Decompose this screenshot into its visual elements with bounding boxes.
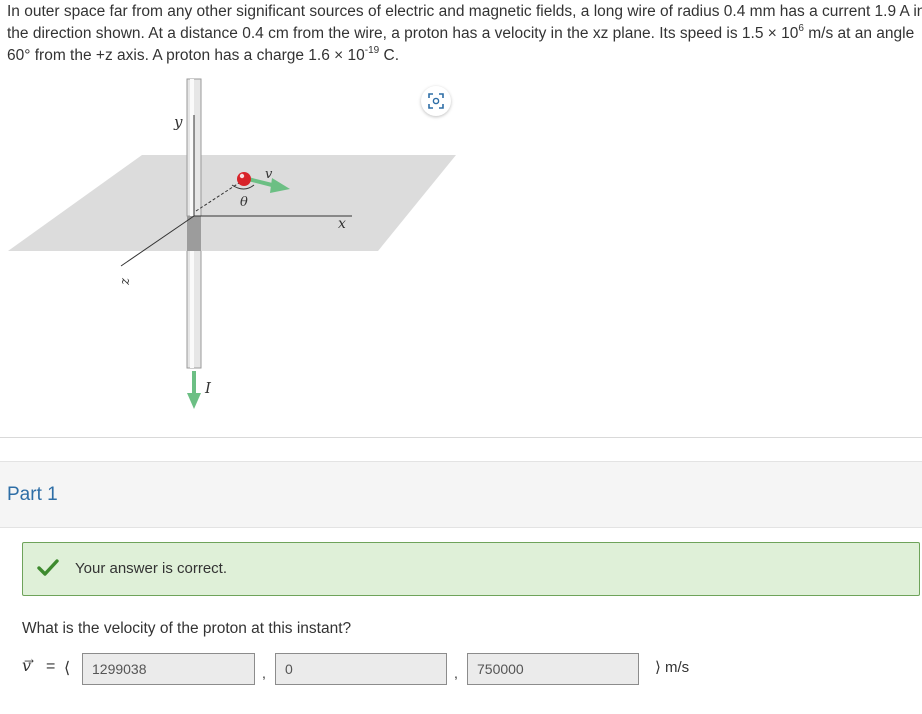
vz-input[interactable]: 750000 bbox=[467, 653, 639, 685]
label-x: x bbox=[338, 216, 346, 232]
comma-2: , bbox=[454, 665, 458, 681]
comma-1: , bbox=[262, 665, 266, 681]
proton bbox=[237, 172, 251, 186]
expand-image-icon bbox=[428, 93, 444, 109]
part-title: Part 1 bbox=[7, 484, 58, 505]
expand-image-button[interactable] bbox=[421, 86, 451, 116]
section-divider bbox=[0, 437, 922, 438]
label-theta: θ bbox=[240, 195, 248, 210]
feedback-text: Your answer is correct. bbox=[75, 560, 228, 577]
vx-input[interactable]: 1299038 bbox=[82, 653, 255, 685]
label-v: v bbox=[265, 167, 273, 182]
problem-line-3: 60° from the +z axis. A proton has a cha… bbox=[7, 45, 922, 67]
feedback-correct-banner: Your answer is correct. bbox=[22, 542, 920, 596]
vector-arrow-icon: → bbox=[24, 654, 35, 668]
charge-exponent: -19 bbox=[364, 44, 380, 56]
current-arrow-head bbox=[187, 393, 201, 409]
problem-line-2-text: the direction shown. At a distance 0.4 c… bbox=[7, 25, 799, 42]
problem-line-3-end: C. bbox=[379, 47, 400, 64]
open-bracket: ⟨ bbox=[64, 660, 71, 677]
equals-sign: = bbox=[46, 658, 56, 675]
problem-statement: In outer space far from any other signif… bbox=[7, 1, 922, 67]
question-text: What is the velocity of the proton at th… bbox=[22, 620, 352, 637]
answer-row: → v = ⟨ 1299038 , 0 , 750000 ⟩ m/s bbox=[22, 652, 922, 686]
label-z: z bbox=[118, 277, 133, 285]
unit-label: ⟩ m/s bbox=[655, 659, 690, 676]
wire-proton-figure: y v θ x z I bbox=[0, 75, 470, 420]
speed-exponent: 6 bbox=[798, 22, 804, 34]
vy-input[interactable]: 0 bbox=[275, 653, 447, 685]
part-header: Part 1 bbox=[0, 461, 922, 528]
label-y: y bbox=[173, 113, 183, 131]
xz-plane bbox=[8, 155, 456, 251]
vector-symbol: → v bbox=[22, 654, 35, 675]
wire-in-plane bbox=[187, 216, 201, 251]
problem-line-2-end: m/s at an angle bbox=[803, 25, 915, 42]
problem-line-2: the direction shown. At a distance 0.4 c… bbox=[7, 23, 922, 45]
label-I: I bbox=[204, 379, 212, 397]
checkmark-icon bbox=[37, 559, 59, 576]
problem-line-1: In outer space far from any other signif… bbox=[7, 3, 922, 20]
problem-line-3-text: 60° from the +z axis. A proton has a cha… bbox=[7, 47, 365, 64]
